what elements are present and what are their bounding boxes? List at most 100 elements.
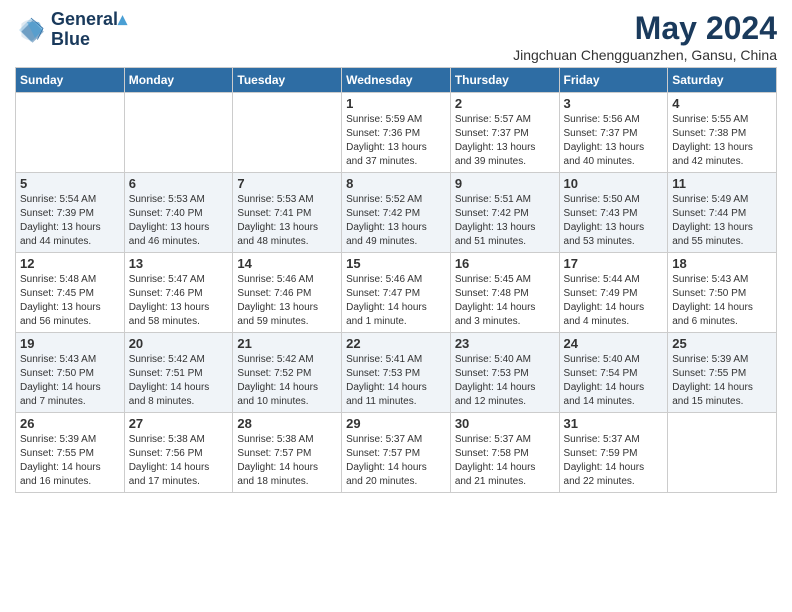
day-number: 1: [346, 96, 446, 111]
calendar-cell: 3Sunrise: 5:56 AM Sunset: 7:37 PM Daylig…: [559, 93, 668, 173]
day-number: 27: [129, 416, 229, 431]
day-info: Sunrise: 5:43 AM Sunset: 7:50 PM Dayligh…: [20, 353, 120, 409]
main-title: May 2024: [513, 10, 777, 47]
day-info: Sunrise: 5:59 AM Sunset: 7:36 PM Dayligh…: [346, 113, 446, 169]
calendar-cell: 7 Sunrise: 5:53 AM Sunset: 7:41 PM Daylig…: [233, 173, 342, 253]
day-info: Sunrise: 5:37 AM Sunset: 7:58 PM Dayligh…: [455, 433, 555, 489]
day-number: 24: [564, 336, 664, 351]
day-header-wednesday: Wednesday: [342, 68, 451, 93]
calendar-cell: 17 Sunrise: 5:44 AM Sunset: 7:49 PM Dayli…: [559, 253, 668, 333]
day-number: 31: [564, 416, 664, 431]
subtitle: Jingchuan Chengguanzhen, Gansu, China: [513, 47, 777, 63]
calendar-cell: 5Sunrise: 5:54 AM Sunset: 7:39 PM Daylig…: [16, 173, 125, 253]
day-header-sunday: Sunday: [16, 68, 125, 93]
day-info: Sunrise: 5:41 AM Sunset: 7:53 PM Dayligh…: [346, 353, 446, 409]
day-number: 8: [346, 176, 446, 191]
day-info: Sunrise: 5:57 AM Sunset: 7:37 PM Dayligh…: [455, 113, 555, 169]
day-number: 12: [20, 256, 120, 271]
day-info: Sunrise: 5:50 AM Sunset: 7:43 PM Dayligh…: [564, 193, 664, 249]
day-info: Sunrise: 5:40 AM Sunset: 7:53 PM Dayligh…: [455, 353, 555, 409]
day-info: Sunrise: 5:39 AM Sunset: 7:55 PM Dayligh…: [20, 433, 120, 489]
day-header-saturday: Saturday: [668, 68, 777, 93]
calendar-cell: 25 Sunrise: 5:39 AM Sunset: 7:55 PM Dayli…: [668, 333, 777, 413]
calendar-week-1: 1 Sunrise: 5:59 AM Sunset: 7:36 PM Daylig…: [16, 93, 777, 173]
calendar-cell: 13 Sunrise: 5:47 AM Sunset: 7:46 PM Dayli…: [124, 253, 233, 333]
calendar-cell: 19 Sunrise: 5:43 AM Sunset: 7:50 PM Dayli…: [16, 333, 125, 413]
day-info: Sunrise: 5:43 AM Sunset: 7:50 PM Dayligh…: [672, 273, 772, 329]
day-number: 23: [455, 336, 555, 351]
logo: General▴ Blue: [15, 10, 127, 50]
calendar-cell: 22 Sunrise: 5:41 AM Sunset: 7:53 PM Dayli…: [342, 333, 451, 413]
calendar-cell: 15 Sunrise: 5:46 AM Sunset: 7:47 PM Dayli…: [342, 253, 451, 333]
day-number: 10: [564, 176, 664, 191]
day-number: 16: [455, 256, 555, 271]
day-number: 15: [346, 256, 446, 271]
day-number: 11: [672, 176, 772, 191]
calendar-cell: [124, 93, 233, 173]
calendar-cell: 14 Sunrise: 5:46 AM Sunset: 7:46 PM Dayli…: [233, 253, 342, 333]
day-number: 13: [129, 256, 229, 271]
calendar-cell: 12 Sunrise: 5:48 AM Sunset: 7:45 PM Dayli…: [16, 253, 125, 333]
logo-icon: [15, 14, 47, 46]
day-info: Sunrise: 5:46 AM Sunset: 7:46 PM Dayligh…: [237, 273, 337, 329]
day-info: Sunrise: 5:44 AM Sunset: 7:49 PM Dayligh…: [564, 273, 664, 329]
day-number: 25: [672, 336, 772, 351]
day-number: 22: [346, 336, 446, 351]
calendar-cell: 26Sunrise: 5:39 AM Sunset: 7:55 PM Dayli…: [16, 413, 125, 493]
day-info: Sunrise: 5:46 AM Sunset: 7:47 PM Dayligh…: [346, 273, 446, 329]
day-info: Sunrise: 5:54 AM Sunset: 7:39 PM Dayligh…: [20, 193, 120, 249]
calendar-cell: 18Sunrise: 5:43 AM Sunset: 7:50 PM Dayli…: [668, 253, 777, 333]
calendar-cell: 9 Sunrise: 5:51 AM Sunset: 7:42 PM Daylig…: [450, 173, 559, 253]
day-info: Sunrise: 5:38 AM Sunset: 7:56 PM Dayligh…: [129, 433, 229, 489]
day-number: 21: [237, 336, 337, 351]
calendar-cell: 28Sunrise: 5:38 AM Sunset: 7:57 PM Dayli…: [233, 413, 342, 493]
calendar: SundayMondayTuesdayWednesdayThursdayFrid…: [15, 67, 777, 493]
calendar-cell: 10 Sunrise: 5:50 AM Sunset: 7:43 PM Dayli…: [559, 173, 668, 253]
day-number: 2: [455, 96, 555, 111]
calendar-cell: 11Sunrise: 5:49 AM Sunset: 7:44 PM Dayli…: [668, 173, 777, 253]
calendar-cell: 20Sunrise: 5:42 AM Sunset: 7:51 PM Dayli…: [124, 333, 233, 413]
day-info: Sunrise: 5:52 AM Sunset: 7:42 PM Dayligh…: [346, 193, 446, 249]
calendar-cell: 16 Sunrise: 5:45 AM Sunset: 7:48 PM Dayli…: [450, 253, 559, 333]
day-info: Sunrise: 5:51 AM Sunset: 7:42 PM Dayligh…: [455, 193, 555, 249]
day-info: Sunrise: 5:39 AM Sunset: 7:55 PM Dayligh…: [672, 353, 772, 409]
day-info: Sunrise: 5:48 AM Sunset: 7:45 PM Dayligh…: [20, 273, 120, 329]
day-number: 14: [237, 256, 337, 271]
calendar-cell: 6Sunrise: 5:53 AM Sunset: 7:40 PM Daylig…: [124, 173, 233, 253]
day-number: 30: [455, 416, 555, 431]
calendar-cell: 2 Sunrise: 5:57 AM Sunset: 7:37 PM Daylig…: [450, 93, 559, 173]
day-info: Sunrise: 5:42 AM Sunset: 7:52 PM Dayligh…: [237, 353, 337, 409]
calendar-cell: 21 Sunrise: 5:42 AM Sunset: 7:52 PM Dayli…: [233, 333, 342, 413]
title-block: May 2024 Jingchuan Chengguanzhen, Gansu,…: [513, 10, 777, 63]
calendar-week-3: 12 Sunrise: 5:48 AM Sunset: 7:45 PM Dayli…: [16, 253, 777, 333]
logo-text: General▴ Blue: [51, 10, 127, 50]
calendar-cell: 1 Sunrise: 5:59 AM Sunset: 7:36 PM Daylig…: [342, 93, 451, 173]
day-number: 4: [672, 96, 772, 111]
day-info: Sunrise: 5:55 AM Sunset: 7:38 PM Dayligh…: [672, 113, 772, 169]
day-number: 17: [564, 256, 664, 271]
calendar-cell: 8 Sunrise: 5:52 AM Sunset: 7:42 PM Daylig…: [342, 173, 451, 253]
calendar-week-4: 19 Sunrise: 5:43 AM Sunset: 7:50 PM Dayli…: [16, 333, 777, 413]
day-info: Sunrise: 5:47 AM Sunset: 7:46 PM Dayligh…: [129, 273, 229, 329]
day-info: Sunrise: 5:53 AM Sunset: 7:41 PM Dayligh…: [237, 193, 337, 249]
day-info: Sunrise: 5:37 AM Sunset: 7:59 PM Dayligh…: [564, 433, 664, 489]
day-number: 9: [455, 176, 555, 191]
calendar-cell: 30 Sunrise: 5:37 AM Sunset: 7:58 PM Dayli…: [450, 413, 559, 493]
page-header: General▴ Blue May 2024 Jingchuan Chenggu…: [15, 10, 777, 63]
day-number: 28: [237, 416, 337, 431]
day-number: 19: [20, 336, 120, 351]
day-number: 7: [237, 176, 337, 191]
day-header-monday: Monday: [124, 68, 233, 93]
day-header-friday: Friday: [559, 68, 668, 93]
calendar-cell: [668, 413, 777, 493]
calendar-cell: [233, 93, 342, 173]
calendar-cell: 24 Sunrise: 5:40 AM Sunset: 7:54 PM Dayli…: [559, 333, 668, 413]
calendar-header: SundayMondayTuesdayWednesdayThursdayFrid…: [16, 68, 777, 93]
day-info: Sunrise: 5:45 AM Sunset: 7:48 PM Dayligh…: [455, 273, 555, 329]
day-header-tuesday: Tuesday: [233, 68, 342, 93]
day-number: 3: [564, 96, 664, 111]
day-header-thursday: Thursday: [450, 68, 559, 93]
day-info: Sunrise: 5:40 AM Sunset: 7:54 PM Dayligh…: [564, 353, 664, 409]
day-number: 20: [129, 336, 229, 351]
calendar-cell: 29Sunrise: 5:37 AM Sunset: 7:57 PM Dayli…: [342, 413, 451, 493]
